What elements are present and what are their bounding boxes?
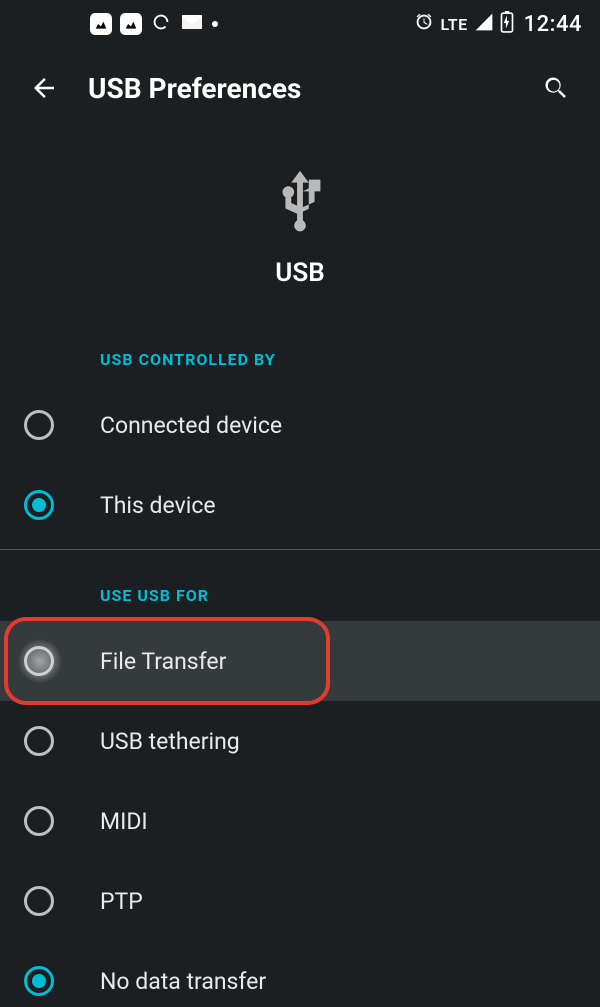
option-label: PTP [100, 888, 143, 915]
option-label: Connected device [100, 412, 282, 439]
network-type-label: LTE [441, 15, 468, 34]
section-header-use-for: USE USB FOR [0, 580, 600, 621]
search-icon [542, 74, 570, 102]
usb-hero-label: USB [275, 258, 324, 288]
option-label: No data transfer [100, 968, 266, 995]
app-bar: USB Preferences [0, 48, 600, 128]
radio-icon [24, 806, 54, 836]
email-icon [180, 10, 204, 38]
alarm-icon [413, 11, 435, 37]
status-clock: 12:44 [524, 12, 582, 37]
page-title: USB Preferences [88, 72, 534, 105]
option-no-data-transfer[interactable]: No data transfer [0, 941, 600, 1007]
section-header-controlled-by: USB CONTROLLED BY [0, 344, 600, 385]
option-this-device[interactable]: This device [0, 465, 600, 545]
arrow-back-icon [29, 73, 59, 103]
option-label: This device [100, 492, 216, 519]
search-button[interactable] [534, 66, 578, 110]
radio-icon [24, 490, 54, 520]
cellular-signal-icon [474, 12, 494, 36]
sync-icon [150, 11, 172, 37]
radio-icon [24, 966, 54, 996]
status-bar-right: LTE 12:44 [413, 11, 582, 37]
back-button[interactable] [22, 66, 66, 110]
status-bar: LTE 12:44 [0, 0, 600, 48]
status-bar-left [90, 10, 218, 38]
radio-icon [24, 646, 54, 676]
option-midi[interactable]: MIDI [0, 781, 600, 861]
messenger-notification-icon-2 [120, 13, 142, 35]
more-notifications-dot-icon [212, 21, 218, 27]
usb-hero: USB [0, 168, 600, 288]
option-label: USB tethering [100, 728, 240, 755]
option-label: File Transfer [100, 648, 226, 675]
option-label: MIDI [100, 808, 148, 835]
battery-charging-icon [500, 11, 514, 37]
usb-icon [265, 168, 335, 242]
option-connected-device[interactable]: Connected device [0, 385, 600, 465]
radio-icon [24, 410, 54, 440]
option-usb-tethering[interactable]: USB tethering [0, 701, 600, 781]
option-ptp[interactable]: PTP [0, 861, 600, 941]
radio-icon [24, 886, 54, 916]
option-file-transfer[interactable]: File Transfer [0, 621, 600, 701]
messenger-notification-icon [90, 13, 112, 35]
section-divider [0, 549, 600, 550]
radio-icon [24, 726, 54, 756]
